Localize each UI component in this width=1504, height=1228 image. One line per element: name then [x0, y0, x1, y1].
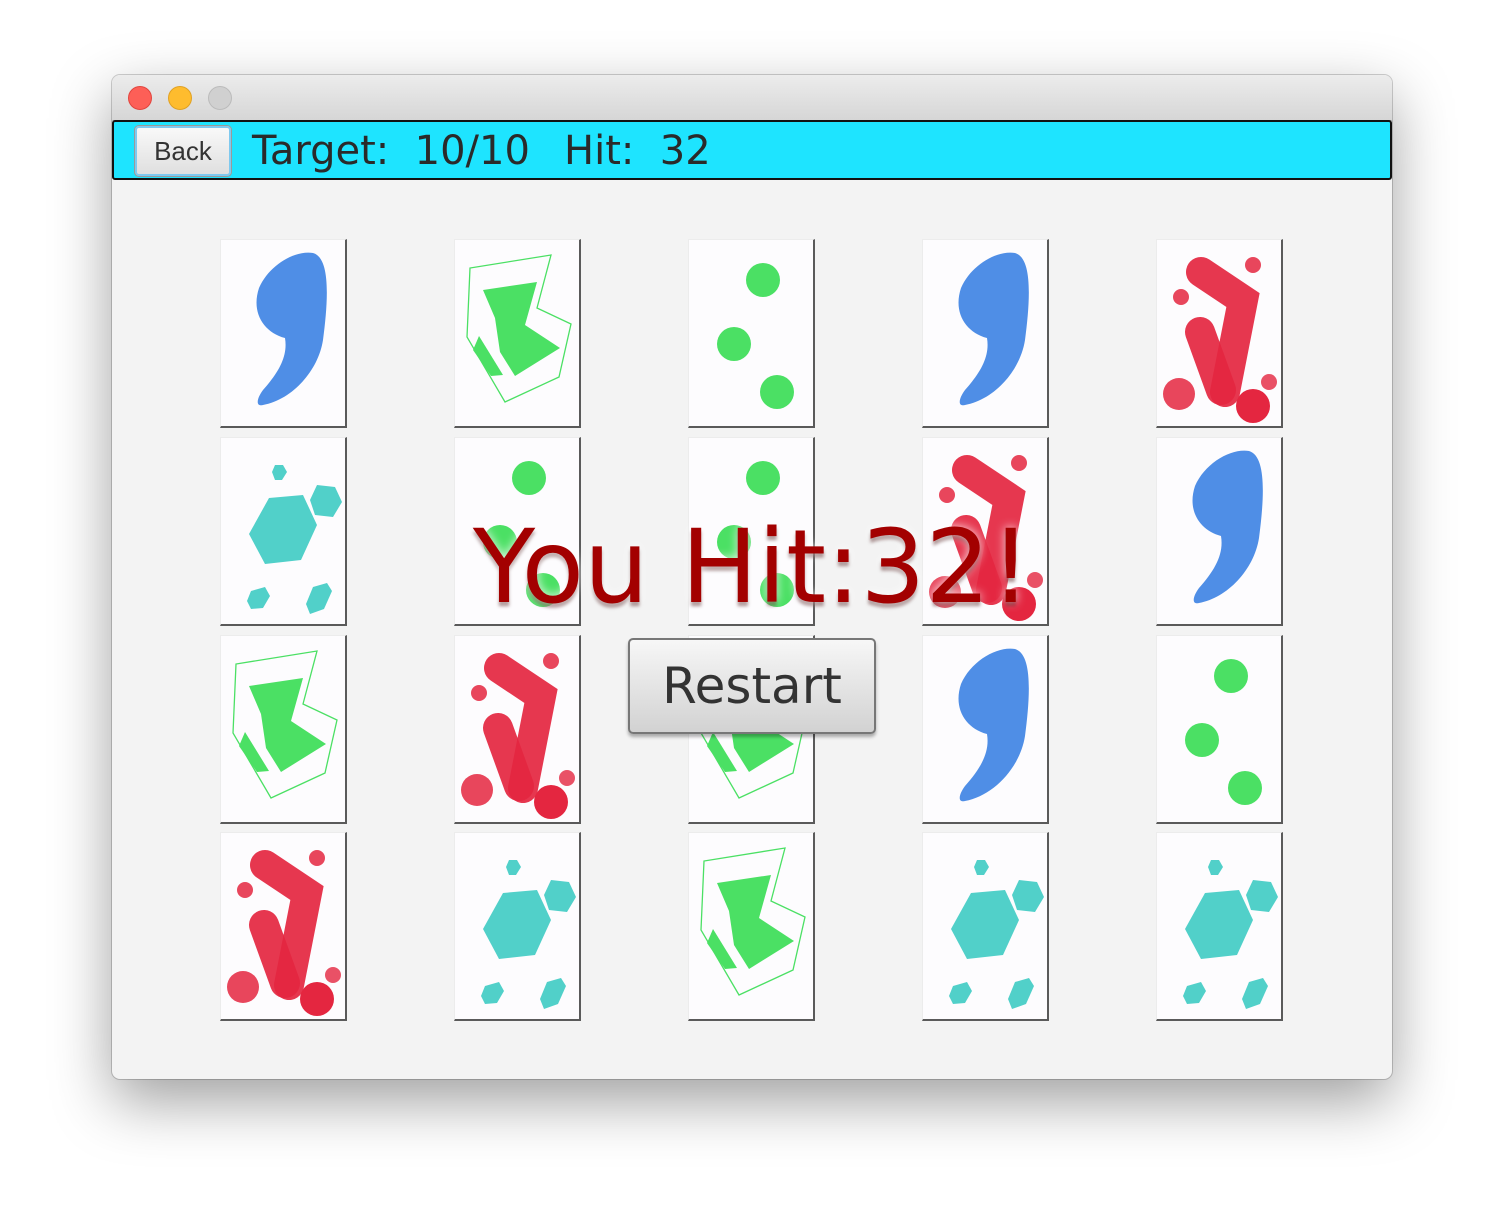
green-shield-icon	[232, 650, 338, 799]
blue-comma-icon	[958, 252, 1029, 406]
title-bar	[112, 75, 1392, 121]
teal-hexagons-icon	[481, 860, 576, 1009]
green-dots-icon	[1185, 659, 1262, 805]
card[interactable]	[220, 239, 347, 428]
card[interactable]	[454, 635, 581, 824]
card[interactable]	[922, 635, 1049, 824]
teal-hexagons-icon	[949, 860, 1044, 1009]
red-check-icon	[1163, 257, 1277, 423]
blue-comma-icon	[958, 648, 1029, 802]
card[interactable]	[922, 239, 1049, 428]
card[interactable]	[220, 635, 347, 824]
game-window: Back Target: 10/10 Hit: 32 You Hit:32! R…	[112, 75, 1392, 1079]
green-shield-icon	[466, 254, 572, 403]
card[interactable]	[1156, 832, 1283, 1021]
red-check-icon	[461, 653, 575, 819]
result-message: You Hit:32!	[472, 508, 1032, 627]
card[interactable]	[688, 832, 815, 1021]
status-bar: Back Target: 10/10 Hit: 32	[112, 120, 1392, 180]
minimize-icon[interactable]	[168, 86, 192, 110]
close-icon[interactable]	[128, 86, 152, 110]
card[interactable]	[1156, 635, 1283, 824]
hit-counter: Hit: 32	[564, 128, 711, 174]
card[interactable]	[220, 832, 347, 1021]
maximize-icon[interactable]	[208, 86, 232, 110]
back-button[interactable]: Back	[134, 125, 232, 177]
card[interactable]	[454, 832, 581, 1021]
blue-comma-icon	[256, 252, 327, 406]
card[interactable]	[922, 832, 1049, 1021]
green-dots-icon	[717, 263, 794, 409]
green-shield-icon	[700, 847, 806, 996]
target-counter: Target: 10/10	[252, 128, 530, 174]
card[interactable]	[1156, 239, 1283, 428]
restart-button[interactable]: Restart	[628, 638, 876, 734]
teal-hexagons-icon	[1183, 860, 1278, 1009]
red-check-icon	[227, 850, 341, 1016]
card[interactable]	[688, 239, 815, 428]
card[interactable]	[454, 239, 581, 428]
